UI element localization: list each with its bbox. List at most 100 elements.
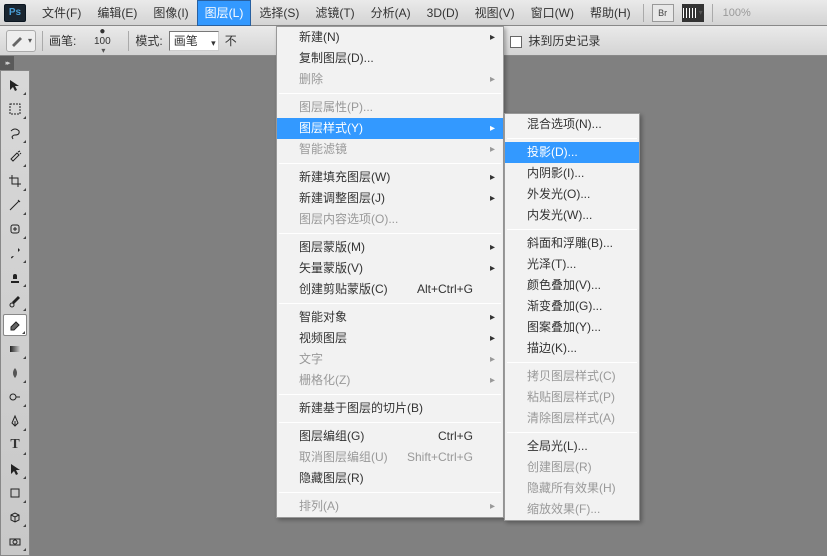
menubar-separator [643, 4, 644, 22]
layer-menu-item[interactable]: 图层样式(Y) [277, 118, 503, 139]
menu-select[interactable]: 选择(S) [251, 0, 307, 26]
menu-separator [279, 163, 501, 164]
layer-style-item[interactable]: 图案叠加(Y)... [505, 317, 639, 338]
menu-separator [507, 229, 637, 230]
layer-style-item[interactable]: 内发光(W)... [505, 205, 639, 226]
menu-analysis[interactable]: 分析(A) [363, 0, 419, 26]
bridge-icon[interactable]: Br [652, 4, 674, 22]
layer-menu-item[interactable]: 创建剪贴蒙版(C)Alt+Ctrl+G [277, 279, 503, 300]
layer-menu-item[interactable]: 视频图层 [277, 328, 503, 349]
marquee-tool-icon[interactable] [3, 98, 27, 120]
menu-file[interactable]: 文件(F) [34, 0, 89, 26]
3d-tool-icon[interactable] [3, 506, 27, 528]
magic-wand-tool-icon[interactable] [3, 146, 27, 168]
layer-menu-item: 智能滤镜 [277, 139, 503, 160]
layer-menu-item[interactable]: 智能对象 [277, 307, 503, 328]
brush-tool-icon[interactable] [3, 242, 27, 264]
layer-menu-item[interactable]: 复制图层(D)... [277, 48, 503, 69]
layer-style-item: 拷贝图层样式(C) [505, 366, 639, 387]
layer-menu-item: 栅格化(Z) [277, 370, 503, 391]
menu-separator [279, 492, 501, 493]
layer-menu-item: 文字 [277, 349, 503, 370]
screen-mode-icon[interactable] [682, 4, 704, 22]
brush-picker[interactable]: ● 100 [82, 27, 122, 55]
menu-help[interactable]: 帮助(H) [582, 0, 639, 26]
path-selection-tool-icon[interactable] [3, 458, 27, 480]
menu-separator [507, 432, 637, 433]
menu-window[interactable]: 窗口(W) [523, 0, 582, 26]
menubar: Ps 文件(F) 编辑(E) 图像(I) 图层(L) 选择(S) 滤镜(T) 分… [0, 0, 827, 26]
menu-view[interactable]: 视图(V) [467, 0, 523, 26]
layer-style-item[interactable]: 渐变叠加(G)... [505, 296, 639, 317]
lasso-tool-icon[interactable] [3, 122, 27, 144]
layer-style-item[interactable]: 内阴影(I)... [505, 163, 639, 184]
eyedropper-tool-icon[interactable] [3, 194, 27, 216]
menu-image[interactable]: 图像(I) [145, 0, 196, 26]
healing-brush-tool-icon[interactable] [3, 218, 27, 240]
layer-style-submenu: 混合选项(N)... 投影(D)...内阴影(I)...外发光(O)...内发光(… [504, 113, 640, 521]
not-label: 不 [225, 32, 237, 49]
layer-menu-item[interactable]: 隐藏图层(R) [277, 468, 503, 489]
layer-menu-item[interactable]: 新建调整图层(J) [277, 188, 503, 209]
menu-edit[interactable]: 编辑(E) [89, 0, 145, 26]
menu-filter[interactable]: 滤镜(T) [307, 0, 362, 26]
layer-style-item[interactable]: 混合选项(N)... [505, 114, 639, 135]
gradient-tool-icon[interactable] [3, 338, 27, 360]
toolbar-separator [128, 31, 129, 51]
layer-style-item[interactable]: 投影(D)... [505, 142, 639, 163]
menubar-separator [712, 4, 713, 22]
layer-style-item: 缩放效果(F)... [505, 499, 639, 520]
move-tool-icon[interactable] [3, 74, 27, 96]
layer-menu-item[interactable]: 矢量蒙版(V) [277, 258, 503, 279]
layer-menu-item: 取消图层编组(U)Shift+Ctrl+G [277, 447, 503, 468]
menu-shortcut: Shift+Ctrl+G [407, 447, 473, 468]
menu-separator [507, 362, 637, 363]
layer-menu-item: 图层内容选项(O)... [277, 209, 503, 230]
layer-menu-item[interactable]: 新建填充图层(W) [277, 167, 503, 188]
layer-style-item[interactable]: 描边(K)... [505, 338, 639, 359]
layer-menu-item[interactable]: 新建(N) [277, 27, 503, 48]
crop-tool-icon[interactable] [3, 170, 27, 192]
menu-separator [279, 303, 501, 304]
layer-style-item: 清除图层样式(A) [505, 408, 639, 429]
mode-label: 模式: [135, 32, 162, 49]
layer-style-item: 粘贴图层样式(P) [505, 387, 639, 408]
toolbar-separator [42, 31, 43, 51]
pen-tool-icon[interactable] [3, 410, 27, 432]
layer-menu-item[interactable]: 新建基于图层的切片(B) [277, 398, 503, 419]
layer-menu-item[interactable]: 图层编组(G)Ctrl+G [277, 426, 503, 447]
layer-style-item[interactable]: 斜面和浮雕(B)... [505, 233, 639, 254]
history-checkbox[interactable] [510, 36, 522, 48]
toolpanel-handle[interactable] [0, 56, 14, 70]
menu-shortcut: Ctrl+G [438, 426, 473, 447]
layer-style-item: 隐藏所有效果(H) [505, 478, 639, 499]
tool-preset-picker[interactable] [6, 30, 36, 52]
shape-tool-icon[interactable] [3, 482, 27, 504]
history-brush-tool-icon[interactable] [3, 290, 27, 312]
layer-menu-item: 图层属性(P)... [277, 97, 503, 118]
dodge-tool-icon[interactable] [3, 386, 27, 408]
layer-style-item[interactable]: 颜色叠加(V)... [505, 275, 639, 296]
layer-menu-item[interactable]: 图层蒙版(M) [277, 237, 503, 258]
menu-separator [279, 233, 501, 234]
mode-select[interactable]: 画笔 [169, 31, 219, 51]
stamp-tool-icon[interactable] [3, 266, 27, 288]
layer-style-item: 创建图层(R) [505, 457, 639, 478]
layer-menu-dropdown: 新建(N)复制图层(D)...删除图层属性(P)...图层样式(Y)智能滤镜新建… [276, 26, 504, 518]
menu-separator [279, 394, 501, 395]
camera-tool-icon[interactable] [3, 530, 27, 552]
menu-layer[interactable]: 图层(L) [197, 0, 252, 26]
type-tool-icon[interactable]: T [3, 434, 27, 456]
layer-menu-item: 删除 [277, 69, 503, 90]
layer-style-item[interactable]: 外发光(O)... [505, 184, 639, 205]
eraser-tool-icon[interactable] [3, 314, 27, 336]
photoshop-logo-icon: Ps [4, 4, 26, 22]
tool-panel: T [0, 70, 30, 556]
layer-style-item[interactable]: 全局光(L)... [505, 436, 639, 457]
menu-separator [507, 138, 637, 139]
blur-tool-icon[interactable] [3, 362, 27, 384]
menu-shortcut: Alt+Ctrl+G [417, 279, 473, 300]
brush-label: 画笔: [49, 32, 76, 49]
layer-style-item[interactable]: 光泽(T)... [505, 254, 639, 275]
menu-3d[interactable]: 3D(D) [419, 0, 467, 26]
